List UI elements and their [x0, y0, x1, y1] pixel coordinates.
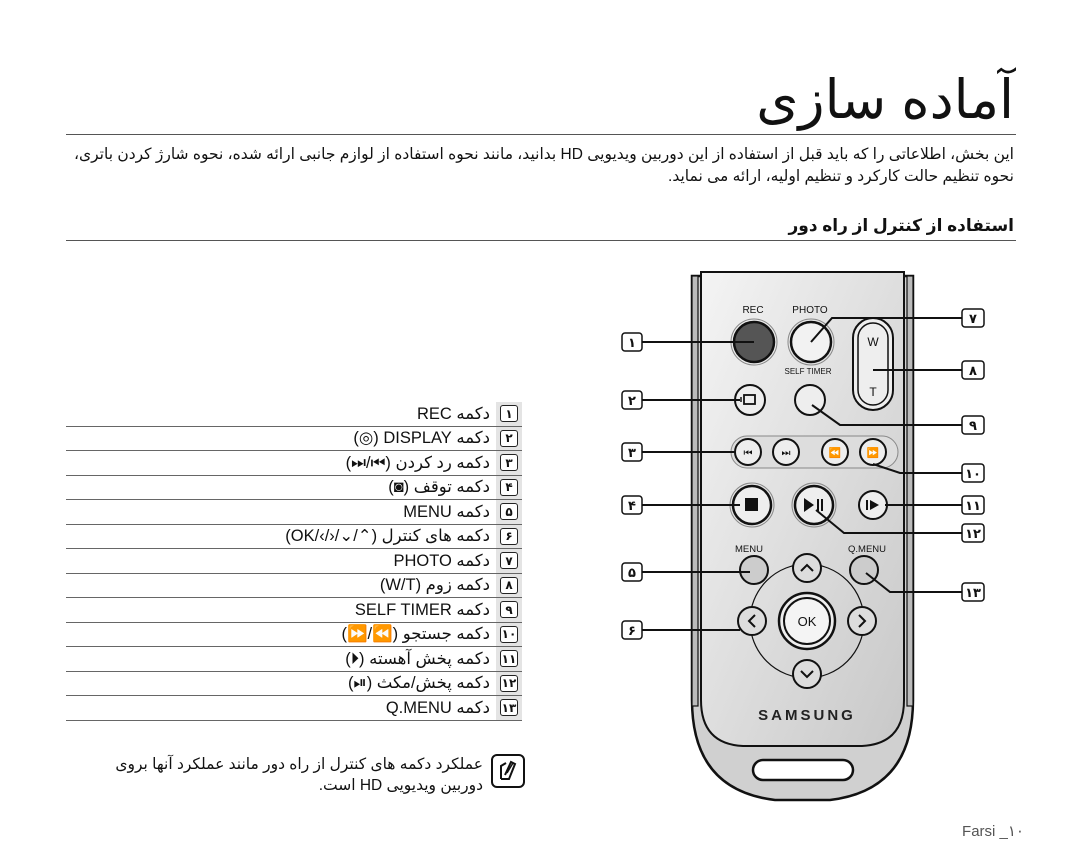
list-item: ۵ دکمه MENU: [66, 500, 522, 525]
stop-icon: [745, 498, 758, 511]
down-button[interactable]: [792, 659, 822, 689]
list-item: ۱۲ دکمه پخش/مکث (⏯): [66, 671, 522, 696]
callout-number: ۶: [628, 623, 636, 638]
callout-number: ۳: [628, 445, 636, 460]
list-item: ۲ دکمه DISPLAY (◎): [66, 426, 522, 451]
callout-number: ۷: [969, 311, 977, 326]
item-number: ۶: [500, 527, 518, 545]
list-item: ۱۰ دکمه جستجو (⏪/⏩): [66, 622, 522, 647]
list-item: ۴ دکمه توقف (◙): [66, 475, 522, 500]
callout-number: ۱۱: [965, 498, 981, 513]
item-number: ۲: [500, 429, 518, 447]
qmenu-label: Q.MENU: [848, 544, 886, 555]
item-label: دکمه زوم (W/T): [379, 576, 490, 595]
skip-forward-icon: ⏭: [782, 448, 791, 459]
item-number: ۳: [500, 454, 518, 472]
callout-number: ۲: [628, 393, 636, 408]
self-timer-label: SELF TIMER: [785, 367, 832, 376]
item-number: ۸: [500, 576, 518, 594]
item-number: ۱۳: [499, 699, 519, 717]
brand-logo: SAMSUNG: [758, 707, 856, 724]
item-label: دکمه Q.MENU: [385, 698, 490, 717]
list-item: ۳ دکمه رد کردن (⏮/⏭): [66, 451, 522, 476]
item-label: دکمه های کنترل (⌃/⌄/‹/›/OK): [285, 527, 490, 546]
battery-slot: [751, 758, 855, 782]
list-item: ۶ دکمه های کنترل (⌃/⌄/‹/›/OK): [66, 524, 522, 549]
zoom-t-label: T: [869, 385, 877, 399]
item-label: دکمه SELF TIMER: [354, 600, 490, 619]
remote-control-illustration: REC PHOTO W T SELF TIMER ⏮ ⏭ ⏪ ⏩ MENU Q.…: [621, 271, 985, 802]
fast-forward-icon: ⏩: [867, 446, 879, 459]
callout-number: ۱۳: [965, 585, 981, 600]
skip-back-icon: ⏮: [744, 448, 753, 459]
item-label: دکمه MENU: [403, 502, 490, 521]
menu-label: MENU: [735, 544, 763, 555]
item-number: ۵: [500, 503, 518, 521]
photo-label: PHOTO: [792, 305, 828, 316]
item-number: ۱: [500, 405, 518, 423]
item-label: دکمه پخش آهسته (⏵): [345, 649, 490, 668]
item-label: دکمه DISPLAY (◎): [353, 429, 490, 448]
pencil-note-icon: [491, 754, 525, 788]
callout-number: ۴: [628, 498, 636, 513]
item-number: ۱۱: [499, 650, 519, 668]
item-label: دکمه PHOTO: [393, 551, 490, 570]
list-item: ۱ دکمه REC: [66, 402, 522, 427]
item-number: ۱۲: [499, 674, 519, 692]
title-divider: [66, 134, 1016, 135]
list-item: ۸ دکمه زوم (W/T): [66, 573, 522, 598]
section-title: استفاده از کنترل از راه دور: [788, 216, 1014, 235]
item-number: ۹: [500, 601, 518, 619]
item-number: ۷: [500, 552, 518, 570]
item-label: دکمه توقف (◙): [388, 478, 490, 497]
note-text: عملکرد دکمه های کنترل از راه دور مانند ع…: [115, 756, 483, 794]
page-title: آماده سازی: [756, 70, 1014, 130]
callout-badges-left: ۱ ۲ ۳ ۴ ۵ ۶: [621, 332, 643, 640]
item-number: ۴: [500, 478, 518, 496]
list-item: ۱۱ دکمه پخش آهسته (⏵): [66, 647, 522, 672]
menu-button[interactable]: [739, 555, 769, 585]
item-label: دکمه جستجو (⏪/⏩): [341, 625, 491, 644]
ok-label: OK: [798, 614, 817, 629]
list-item: ۱۳ دکمه Q.MENU: [66, 696, 522, 721]
callout-number: ۹: [969, 418, 977, 433]
left-button[interactable]: [737, 606, 767, 636]
item-label: دکمه REC: [416, 404, 490, 423]
up-button[interactable]: [792, 553, 822, 583]
callout-number: ۱: [628, 335, 636, 350]
item-label: دکمه رد کردن (⏮/⏭): [345, 453, 490, 472]
intro-paragraph: این بخش، اطلاعاتی را که باید قبل از استف…: [74, 146, 1014, 185]
callout-number: ۱۲: [965, 526, 981, 541]
zoom-w-label: W: [867, 335, 879, 349]
list-item: ۷ دکمه PHOTO: [66, 549, 522, 574]
right-button[interactable]: [847, 606, 877, 636]
section-divider: [66, 240, 1016, 241]
callout-number: ۱۰: [965, 466, 981, 481]
callout-number: ۸: [969, 363, 977, 378]
item-number: ۱۰: [499, 625, 519, 643]
item-label: دکمه پخش/مکث (⏯): [348, 674, 490, 693]
rec-label: REC: [742, 305, 763, 316]
callout-badges-right: ۷ ۸ ۹ ۱۰ ۱۱ ۱۲ ۱۳: [961, 308, 985, 602]
remote-button-list: ۱ دکمه REC ۲ دکمه DISPLAY (◎) ۳ دکمه رد کرد…: [66, 402, 522, 721]
page-footer: Farsi _۱۰: [962, 823, 1024, 840]
note-box: عملکرد دکمه های کنترل از راه دور مانند ع…: [100, 754, 525, 796]
list-item: ۹ دکمه SELF TIMER: [66, 598, 522, 623]
rewind-icon: ⏪: [829, 446, 841, 459]
callout-number: ۵: [628, 565, 636, 580]
